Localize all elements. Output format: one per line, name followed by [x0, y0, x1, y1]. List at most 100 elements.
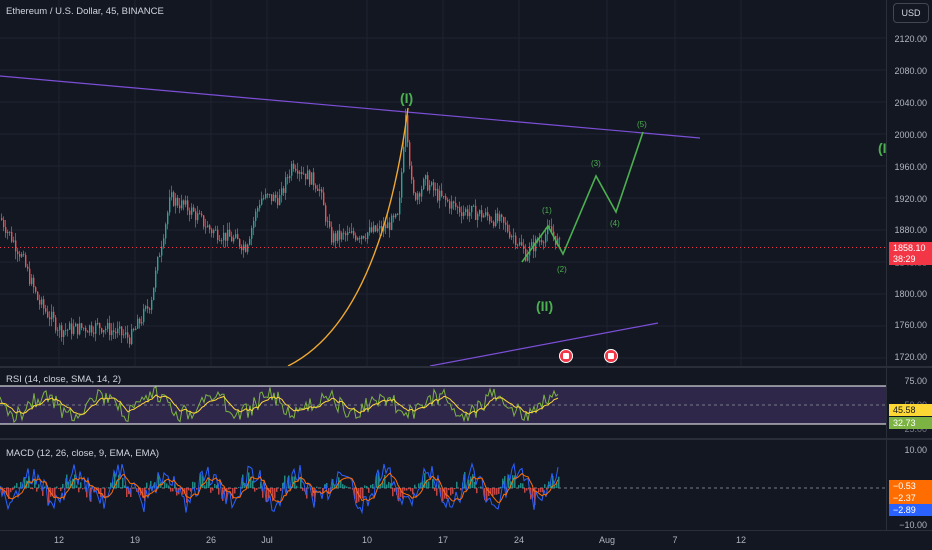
candle-body: [431, 182, 433, 186]
candle-body: [223, 232, 225, 241]
wave-label-edge: (I: [878, 140, 886, 156]
macd-histogram-bar: [364, 485, 366, 488]
macd-histogram-bar: [404, 488, 406, 491]
candle-body: [263, 198, 265, 199]
candle-body: [47, 311, 49, 318]
candle-body: [473, 205, 475, 207]
candle-body: [367, 232, 369, 239]
candle-body: [345, 233, 347, 236]
rsi-value-badge: 32.73: [889, 417, 932, 429]
us-event-flag-icon[interactable]: [559, 349, 573, 363]
macd-histogram-bar: [476, 488, 478, 494]
rsi-title: RSI (14, close, SMA, 14, 2): [6, 374, 122, 385]
candle-body: [33, 277, 35, 288]
candle-body: [429, 185, 431, 191]
candle-body: [209, 225, 211, 230]
candle-body: [79, 323, 81, 335]
candle-body: [403, 146, 405, 173]
candle-body: [375, 225, 377, 232]
candle-body: [441, 190, 443, 197]
candle-body: [501, 214, 503, 218]
candle-body: [65, 330, 67, 331]
macd-histogram-bar: [450, 488, 452, 496]
macd-histogram-bar: [38, 484, 40, 488]
candle-body: [169, 197, 171, 213]
us-event-flag-icon[interactable]: [604, 349, 618, 363]
macd-histogram-bar: [256, 488, 258, 490]
candle-body: [389, 222, 391, 230]
candle-body: [177, 197, 179, 206]
bar-countdown-badge: 38:29: [889, 253, 932, 265]
candle-body: [311, 172, 313, 185]
price-chart-canvas[interactable]: [0, 0, 886, 366]
candle-body: [45, 308, 47, 312]
macd-axis[interactable]: 10.00 −10.00 −0.53 −2.37 −2.89: [886, 440, 932, 530]
candle-body: [283, 188, 285, 193]
candle-body: [411, 165, 413, 180]
macd-histogram-bar: [318, 488, 320, 489]
candle-body: [253, 220, 255, 229]
candle-body: [119, 326, 121, 329]
candle-body: [27, 266, 29, 269]
macd-histogram-bar: [296, 485, 298, 488]
candle-body: [187, 200, 189, 211]
time-tick: 7: [672, 535, 678, 545]
macd-histogram-bar: [14, 485, 16, 488]
macd-histogram-bar: [436, 488, 438, 496]
candle-body: [337, 230, 339, 241]
macd-histogram-bar: [452, 488, 454, 494]
candle-body: [251, 228, 253, 239]
candle-body: [559, 238, 561, 240]
candle-body: [139, 318, 141, 324]
rsi-axis[interactable]: 75.00 50.00 25.00 45.58 32.73: [886, 368, 932, 438]
price-axis[interactable]: USD 2120.00 2080.00 2040.00 2000.00 1960…: [886, 0, 932, 366]
candle-body: [173, 192, 175, 206]
time-tick: 24: [513, 535, 525, 545]
candle-body: [97, 323, 99, 324]
candle-body: [1, 218, 3, 220]
candle-body: [91, 325, 93, 333]
candle-body: [463, 211, 465, 216]
candle-body: [213, 230, 215, 234]
macd-line-badge: −2.89: [889, 504, 932, 516]
macd-histogram-bar: [456, 481, 458, 488]
candle-body: [167, 212, 169, 225]
wave-label-4: (4): [610, 219, 620, 228]
candle-body: [141, 322, 143, 324]
candle-body: [327, 221, 329, 223]
candle-body: [269, 194, 271, 196]
candle-body: [355, 235, 357, 240]
candle-body: [121, 326, 123, 336]
candle-body: [315, 185, 317, 189]
macd-histogram-bar: [540, 488, 542, 493]
macd-histogram-bar: [524, 488, 526, 493]
candle-body: [513, 235, 515, 237]
macd-histogram-bar: [388, 481, 390, 488]
macd-pane[interactable]: MACD (12, 26, close, 9, EMA, EMA): [0, 440, 886, 530]
macd-histogram-bar: [32, 488, 34, 490]
price-tick: 1760.00: [894, 320, 927, 330]
candle-body: [377, 228, 379, 232]
candle-body: [195, 211, 197, 221]
candle-body: [539, 240, 541, 242]
candle-body: [53, 311, 55, 318]
candle-body: [351, 231, 353, 233]
candle-body: [51, 311, 53, 320]
candle-body: [117, 328, 119, 334]
candle-body: [503, 217, 505, 223]
time-tick: 12: [53, 535, 65, 545]
candle-body: [75, 323, 77, 327]
candle-body: [391, 215, 393, 230]
macd-histogram-bar: [172, 488, 174, 492]
candle-body: [297, 170, 299, 174]
currency-button[interactable]: USD: [893, 3, 929, 23]
price-chart-pane[interactable]: Ethereum / U.S. Dollar, 45, BINANCE (I) …: [0, 0, 886, 366]
candle-body: [281, 188, 283, 196]
rsi-pane[interactable]: RSI (14, close, SMA, 14, 2): [0, 368, 886, 438]
candle-body: [545, 234, 547, 243]
macd-histogram-bar: [234, 488, 236, 494]
rsi-canvas[interactable]: [0, 368, 886, 438]
macd-tick: −10.00: [899, 520, 927, 530]
candle-body: [15, 240, 17, 252]
candle-body: [465, 209, 467, 212]
